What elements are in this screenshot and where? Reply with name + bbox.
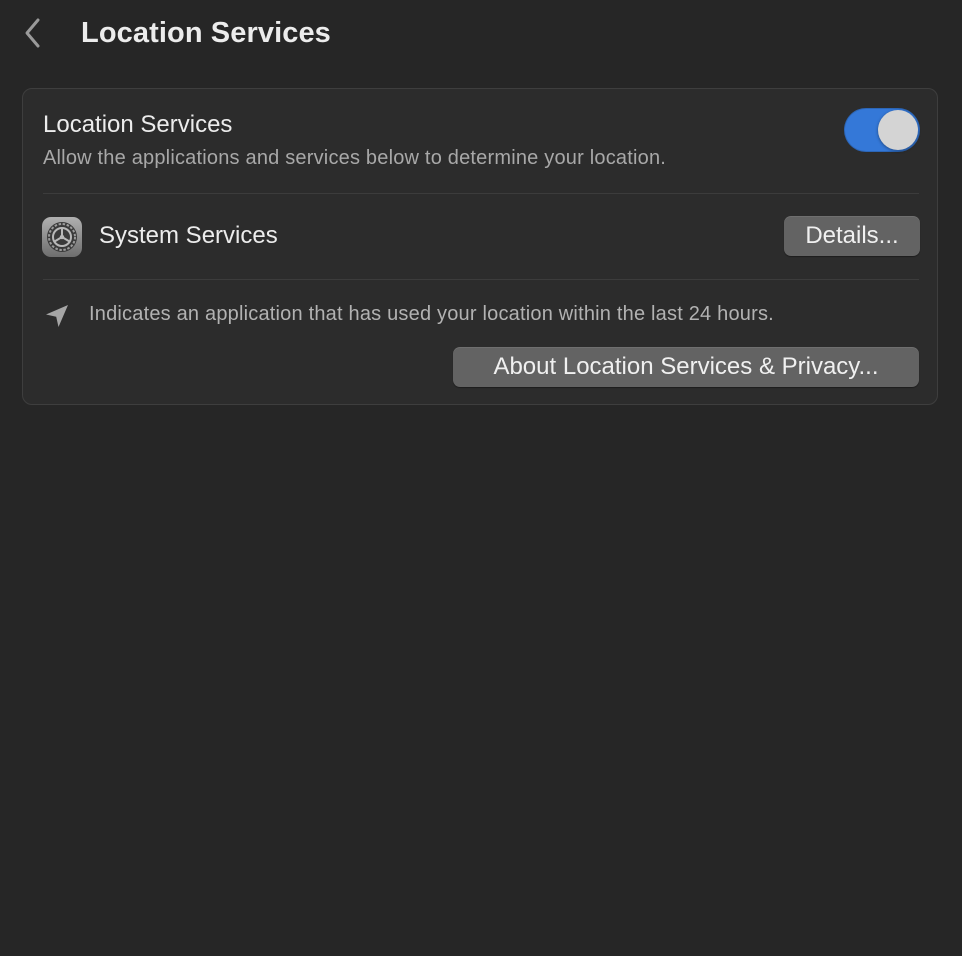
- header: Location Services: [0, 0, 962, 72]
- location-arrow-icon: [43, 302, 71, 330]
- page-title: Location Services: [81, 17, 331, 49]
- location-services-description: Allow the applications and services belo…: [43, 147, 667, 169]
- system-services-label: System Services: [99, 222, 278, 249]
- toggle-knob: [878, 110, 918, 150]
- location-services-toggle[interactable]: [844, 108, 920, 152]
- location-services-card: Location Services Allow the applications…: [22, 88, 938, 405]
- divider: [43, 279, 919, 280]
- divider: [43, 193, 919, 194]
- legend-text: Indicates an application that has used y…: [89, 303, 774, 325]
- system-settings-gear-icon: [42, 217, 82, 257]
- back-button[interactable]: [18, 18, 48, 52]
- chevron-left-icon: [23, 17, 43, 54]
- location-services-title: Location Services: [43, 111, 233, 138]
- about-location-services-button[interactable]: About Location Services & Privacy...: [453, 347, 919, 387]
- details-button[interactable]: Details...: [784, 216, 920, 256]
